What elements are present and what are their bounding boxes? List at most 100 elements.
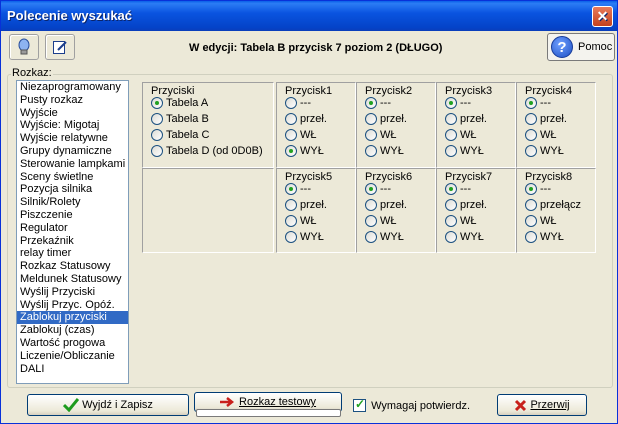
button-option[interactable]: WYŁ bbox=[525, 145, 564, 161]
command-list-item[interactable]: Pusty rozkaz bbox=[17, 94, 128, 107]
radio-button[interactable] bbox=[285, 183, 297, 196]
button-option[interactable]: --- bbox=[365, 183, 391, 199]
radio-button[interactable] bbox=[151, 129, 163, 142]
button-option[interactable]: WYŁ bbox=[525, 231, 564, 247]
button-option[interactable]: --- bbox=[365, 97, 391, 113]
button-option[interactable]: WŁ bbox=[365, 129, 397, 145]
radio-button[interactable] bbox=[525, 231, 537, 244]
button-option[interactable]: przełącz bbox=[525, 199, 581, 215]
button-option[interactable]: przeł. bbox=[525, 113, 567, 129]
command-list-item[interactable]: Liczenie/Obliczanie bbox=[17, 350, 128, 363]
radio-button[interactable] bbox=[365, 113, 377, 126]
radio-button[interactable] bbox=[525, 113, 537, 126]
radio-button[interactable] bbox=[151, 97, 163, 110]
button-option[interactable]: przeł. bbox=[445, 199, 487, 215]
checkbox-checked[interactable] bbox=[353, 397, 366, 412]
command-list-item[interactable]: DALI bbox=[17, 363, 128, 376]
button-option[interactable]: --- bbox=[285, 97, 311, 113]
button-option[interactable]: --- bbox=[285, 183, 311, 199]
radio-button[interactable] bbox=[151, 145, 163, 158]
command-list-item[interactable]: Grupy dynamiczne bbox=[17, 145, 128, 158]
command-list-item[interactable]: Wyjście bbox=[17, 107, 128, 120]
radio-button[interactable] bbox=[525, 129, 537, 142]
command-list-item[interactable]: Wyjście relatywne bbox=[17, 132, 128, 145]
button-option[interactable]: WYŁ bbox=[365, 145, 404, 161]
radio-button[interactable] bbox=[445, 129, 457, 142]
command-list-item[interactable]: Sceny świetlne bbox=[17, 171, 128, 184]
radio-button[interactable] bbox=[445, 199, 457, 212]
command-list-item[interactable]: Przekaźnik bbox=[17, 235, 128, 248]
button-option[interactable]: WŁ bbox=[445, 215, 477, 231]
command-list-item[interactable]: Pozycja silnika bbox=[17, 183, 128, 196]
radio-button[interactable] bbox=[285, 129, 297, 142]
radio-button[interactable] bbox=[445, 231, 457, 244]
radio-button[interactable] bbox=[445, 145, 457, 158]
button-option[interactable]: WŁ bbox=[445, 129, 477, 145]
button-option[interactable]: przeł. bbox=[285, 199, 327, 215]
radio-button[interactable] bbox=[525, 97, 537, 110]
button-option[interactable]: WŁ bbox=[525, 129, 557, 145]
przyciski-option[interactable]: Tabela C bbox=[151, 129, 209, 145]
command-list-item[interactable]: Zablokuj przyciski bbox=[17, 311, 128, 325]
radio-button[interactable] bbox=[365, 199, 377, 212]
command-list-item[interactable]: Sterowanie lampkami bbox=[17, 158, 128, 171]
radio-button[interactable] bbox=[285, 97, 297, 110]
exit-save-button[interactable]: Wyjdź i Zapisz bbox=[27, 394, 189, 416]
radio-button[interactable] bbox=[285, 199, 297, 212]
command-list-item[interactable]: Wartość progowa bbox=[17, 337, 128, 350]
button-option[interactable]: przeł. bbox=[365, 113, 407, 129]
radio-button[interactable] bbox=[525, 215, 537, 228]
button-option[interactable]: --- bbox=[445, 183, 471, 199]
radio-button[interactable] bbox=[365, 145, 377, 158]
button-option[interactable]: przeł. bbox=[445, 113, 487, 129]
require-confirm-checkbox[interactable]: Wymagaj potwierdz. bbox=[353, 397, 470, 412]
command-list-item[interactable]: Wyjście: Migotaj bbox=[17, 119, 128, 132]
button-option[interactable]: WYŁ bbox=[445, 145, 484, 161]
button-option[interactable]: --- bbox=[445, 97, 471, 113]
przyciski-option[interactable]: Tabela A bbox=[151, 97, 208, 113]
button-option[interactable]: --- bbox=[525, 183, 551, 199]
cancel-button[interactable]: Przerwij bbox=[497, 394, 587, 416]
button-option[interactable]: --- bbox=[525, 97, 551, 113]
przyciski-option[interactable]: Tabela B bbox=[151, 113, 209, 129]
command-list-item[interactable]: Rozkaz Statusowy bbox=[17, 260, 128, 273]
command-list-item[interactable]: relay timer bbox=[17, 247, 128, 260]
radio-button[interactable] bbox=[285, 145, 297, 158]
radio-button[interactable] bbox=[365, 215, 377, 228]
radio-button[interactable] bbox=[445, 113, 457, 126]
radio-button[interactable] bbox=[285, 215, 297, 228]
button-option[interactable]: WŁ bbox=[285, 129, 317, 145]
command-list-item[interactable]: Regulator bbox=[17, 222, 128, 235]
help-button[interactable]: ? Pomoc bbox=[547, 33, 615, 61]
button-option[interactable]: WYŁ bbox=[365, 231, 404, 247]
radio-button[interactable] bbox=[365, 97, 377, 110]
radio-button[interactable] bbox=[285, 113, 297, 126]
radio-button[interactable] bbox=[365, 183, 377, 196]
radio-button[interactable] bbox=[365, 231, 377, 244]
button-option[interactable]: przeł. bbox=[285, 113, 327, 129]
button-option[interactable]: WYŁ bbox=[285, 231, 324, 247]
command-list-item[interactable]: Silnik/Rolety bbox=[17, 196, 128, 209]
radio-button[interactable] bbox=[445, 97, 457, 110]
command-list-item[interactable]: Piszczenie bbox=[17, 209, 128, 222]
command-list-item[interactable]: Wyślij Przyc. Opóź. bbox=[17, 299, 128, 312]
radio-button[interactable] bbox=[285, 231, 297, 244]
info-button[interactable] bbox=[9, 34, 39, 60]
radio-button[interactable] bbox=[525, 183, 537, 196]
close-button[interactable]: ✕ bbox=[592, 6, 613, 27]
button-option[interactable]: WŁ bbox=[285, 215, 317, 231]
command-list-item[interactable]: Niezaprogramowany bbox=[17, 81, 128, 94]
przyciski-option[interactable]: Tabela D (od 0D0B) bbox=[151, 145, 263, 161]
button-option[interactable]: przeł. bbox=[365, 199, 407, 215]
button-option[interactable]: WYŁ bbox=[445, 231, 484, 247]
button-option[interactable]: WŁ bbox=[365, 215, 397, 231]
radio-button[interactable] bbox=[445, 183, 457, 196]
radio-button[interactable] bbox=[365, 129, 377, 142]
command-list-item[interactable]: Zablokuj (czas) bbox=[17, 324, 128, 337]
button-option[interactable]: WŁ bbox=[525, 215, 557, 231]
radio-button[interactable] bbox=[151, 113, 163, 126]
radio-button[interactable] bbox=[445, 215, 457, 228]
command-listbox[interactable]: Niezaprogramowany Pusty rozkaz Wyjście Wyjś… bbox=[16, 80, 129, 384]
edit-button[interactable] bbox=[45, 34, 75, 60]
radio-button[interactable] bbox=[525, 199, 537, 212]
